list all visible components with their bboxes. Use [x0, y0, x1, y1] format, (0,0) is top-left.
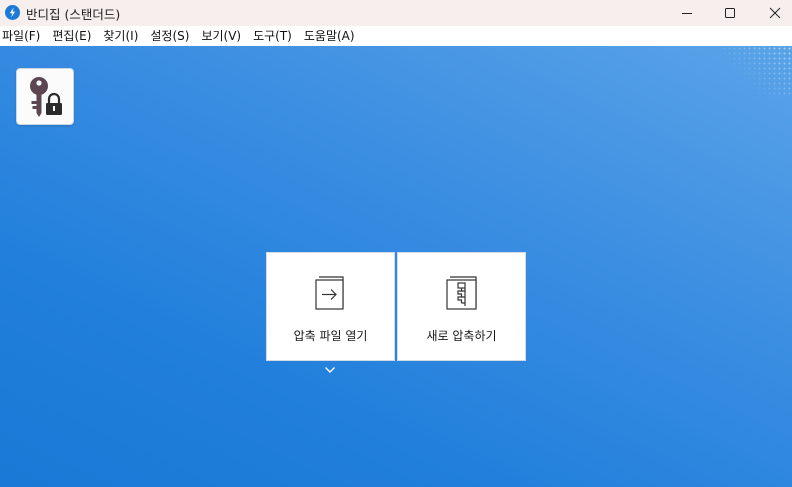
menu-settings[interactable]: 설정(S) — [147, 26, 192, 46]
menu-bar: 파일(F) 편집(E) 찾기(I) 설정(S) 보기(V) 도구(T) 도움말(… — [0, 26, 792, 46]
maximize-button[interactable] — [707, 0, 753, 26]
close-icon — [769, 7, 781, 19]
bandizip-icon — [5, 5, 20, 20]
maximize-icon — [725, 8, 735, 18]
title-bar: 반디집 (스탠더드) — [0, 0, 792, 26]
password-manager-button[interactable] — [16, 68, 74, 125]
new-archive-label: 새로 압축하기 — [426, 329, 497, 343]
close-button[interactable] — [752, 0, 792, 26]
menu-tools[interactable]: 도구(T) — [250, 26, 295, 46]
main-workspace: 압축 파일 열기 새로 압축하기 — [0, 46, 792, 487]
window-title: 반디집 (스탠더드) — [26, 7, 121, 22]
minimize-button[interactable] — [664, 0, 710, 26]
zip-archive-icon — [446, 276, 477, 310]
menu-edit[interactable]: 편집(E) — [49, 26, 94, 46]
open-archive-tile[interactable]: 압축 파일 열기 — [266, 252, 395, 361]
open-archive-icon — [315, 276, 344, 310]
decorative-dots — [722, 46, 792, 96]
new-archive-tile[interactable]: 새로 압축하기 — [397, 252, 526, 361]
chevron-down-icon[interactable] — [324, 366, 336, 374]
open-archive-label: 압축 파일 열기 — [293, 329, 368, 343]
key-lock-icon — [30, 77, 62, 117]
minimize-icon — [682, 13, 692, 14]
menu-file[interactable]: 파일(F) — [0, 26, 43, 46]
menu-find[interactable]: 찾기(I) — [100, 26, 141, 46]
menu-view[interactable]: 보기(V) — [198, 26, 244, 46]
menu-help[interactable]: 도움말(A) — [301, 26, 358, 46]
